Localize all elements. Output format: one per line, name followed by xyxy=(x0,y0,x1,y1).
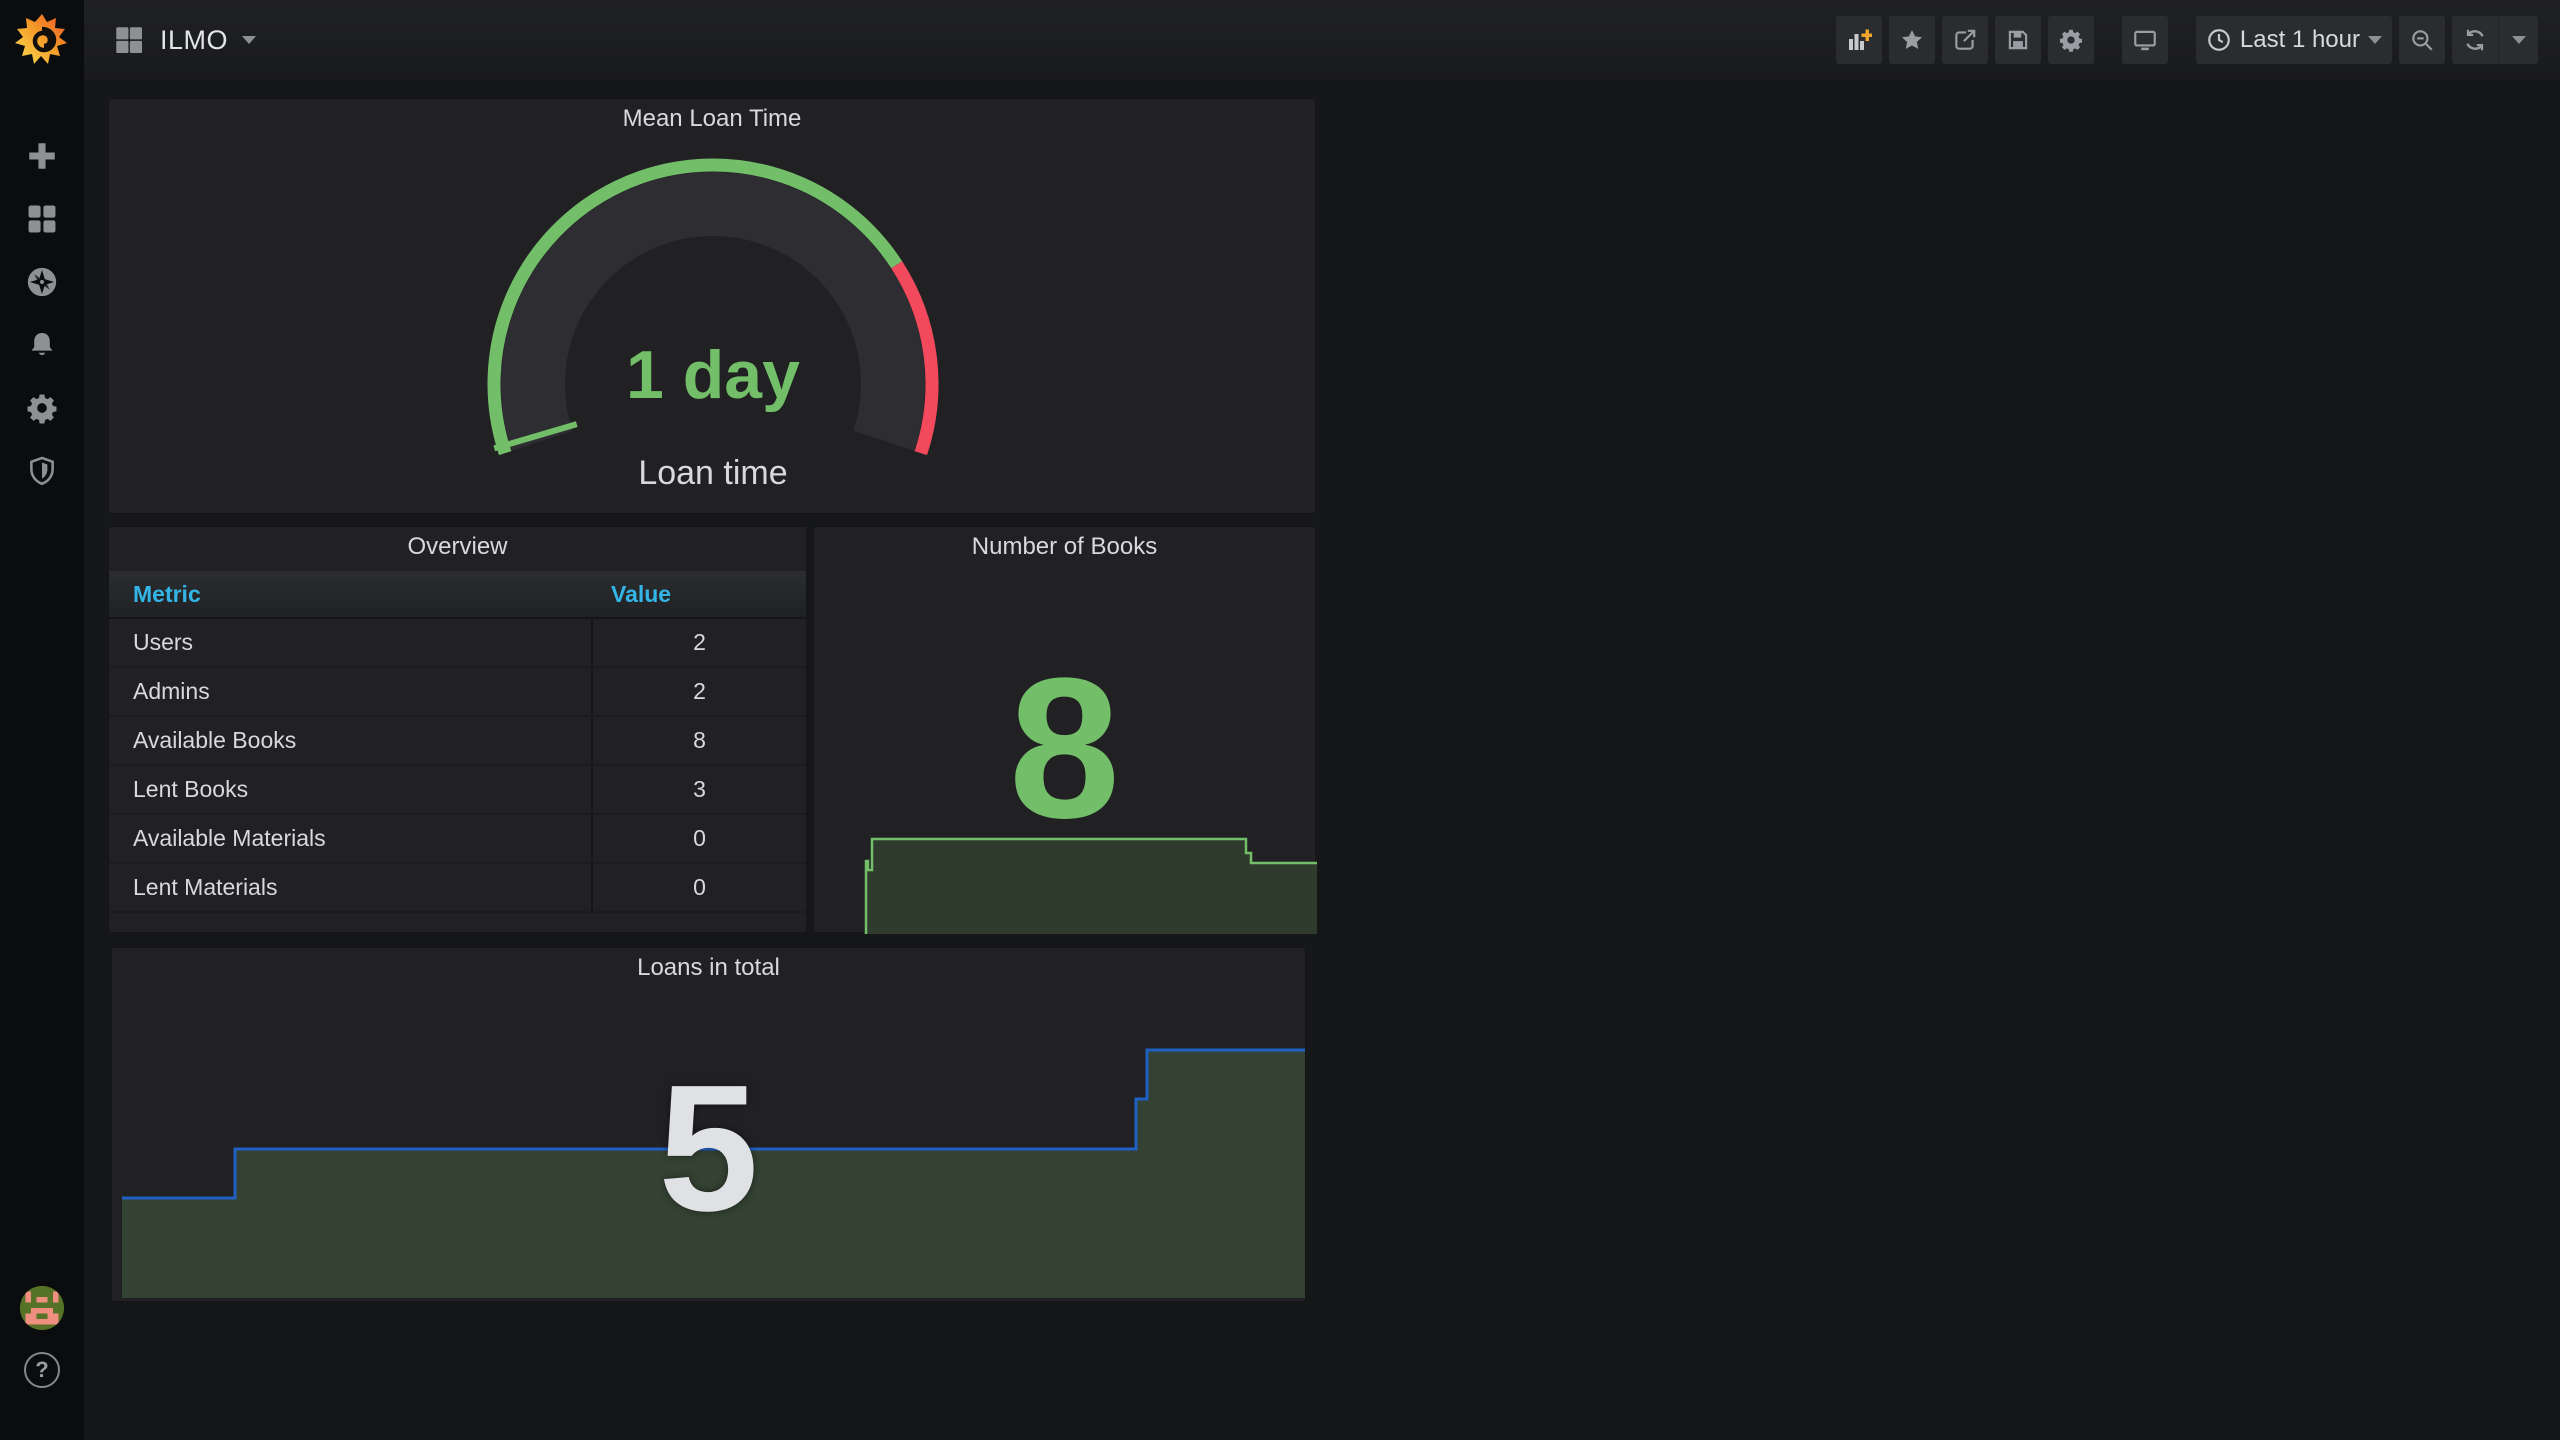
grafana-logo-icon xyxy=(15,14,67,64)
column-header-value[interactable]: Value xyxy=(591,581,806,608)
sidebar: ? xyxy=(0,0,84,1440)
cell-metric: Users xyxy=(133,629,194,655)
share-icon xyxy=(1955,29,1976,50)
panel-loans-in-total: Loans in total 5 xyxy=(111,947,1306,1302)
sidebar-item-configuration[interactable] xyxy=(12,390,72,426)
tv-mode-icon xyxy=(2134,30,2156,51)
refresh-interval-button[interactable] xyxy=(2498,16,2538,64)
dashboard-caret-icon xyxy=(242,36,257,44)
sidebar-item-dashboards[interactable] xyxy=(12,201,72,237)
star-button[interactable] xyxy=(1888,16,1935,64)
configuration-gear-icon xyxy=(27,394,57,424)
tv-mode-button[interactable] xyxy=(2121,16,2168,64)
user-avatar[interactable] xyxy=(20,1286,64,1330)
cell-metric: Available Books xyxy=(133,727,297,753)
panel-overview: Overview Metric Value Users 2 Admins 2 Avail… xyxy=(108,526,807,933)
clock-icon xyxy=(2208,29,2230,51)
gauge-label: Loan time xyxy=(638,454,787,492)
avatar-pixel-art xyxy=(20,1286,64,1330)
alerting-bell-icon xyxy=(31,332,53,356)
cell-value: 0 xyxy=(591,864,806,911)
explore-compass-icon xyxy=(27,267,57,297)
help-question-icon[interactable]: ? xyxy=(24,1352,60,1388)
cell-value: 2 xyxy=(591,668,806,715)
cell-value: 2 xyxy=(591,619,806,666)
dashboard-grid-icon xyxy=(116,27,143,54)
loans-stat-value: 5 xyxy=(658,1048,759,1249)
sidebar-item-alerting[interactable] xyxy=(12,327,72,363)
table-row: Admins 2 xyxy=(109,668,806,717)
books-stat-value: 8 xyxy=(1008,637,1121,860)
overview-table-body: Users 2 Admins 2 Available Books 8 Lent Books 3… xyxy=(109,619,806,913)
panel-title[interactable]: Mean Loan Time xyxy=(109,105,1315,133)
sidebar-menu xyxy=(0,138,84,489)
time-range-caret-icon xyxy=(2368,36,2382,44)
share-button[interactable] xyxy=(1941,16,1988,64)
add-panel-icon xyxy=(1848,29,1872,50)
dashboard-title: ILMO xyxy=(160,24,229,55)
gauge-value: 1 day xyxy=(626,337,800,413)
add-panel-button[interactable] xyxy=(1835,16,1882,64)
refresh-button-group xyxy=(2452,16,2538,64)
overview-table-header: Metric Value xyxy=(109,571,806,619)
zoom-out-icon xyxy=(2412,30,2433,51)
star-icon xyxy=(1901,30,1922,49)
sidebar-item-create[interactable] xyxy=(12,138,72,174)
sidebar-item-explore[interactable] xyxy=(12,264,72,300)
refresh-interval-caret-icon xyxy=(2511,36,2526,44)
table-row: Available Materials 0 xyxy=(109,815,806,864)
server-admin-shield-icon xyxy=(30,456,54,486)
cell-value: 3 xyxy=(591,766,806,813)
panel-title[interactable]: Number of Books xyxy=(814,533,1315,561)
overview-table: Metric Value Users 2 Admins 2 Available Book… xyxy=(109,571,806,913)
table-row: Available Books 8 xyxy=(109,717,806,766)
column-header-metric[interactable]: Metric xyxy=(109,581,591,608)
dashboard-title-button[interactable]: ILMO xyxy=(84,23,257,57)
cell-metric: Lent Materials xyxy=(133,874,278,900)
create-plus-icon xyxy=(29,143,55,169)
save-button[interactable] xyxy=(1994,16,2041,64)
sidebar-bottom: ? xyxy=(0,1286,84,1388)
gauge-chart: 1 day Loan time xyxy=(487,158,939,492)
time-range-picker[interactable]: Last 1 hour xyxy=(2195,16,2392,64)
sidebar-item-server-admin[interactable] xyxy=(12,453,72,489)
table-row: Users 2 xyxy=(109,619,806,668)
dashboards-squares-icon xyxy=(28,205,56,233)
cell-value: 0 xyxy=(591,815,806,862)
panel-mean-loan-time: Mean Loan Time 1 day Loan time xyxy=(108,98,1316,514)
refresh-icon xyxy=(2466,29,2484,51)
cell-metric: Admins xyxy=(133,678,210,704)
settings-gear-icon xyxy=(2059,29,2082,52)
table-row: Lent Materials 0 xyxy=(109,864,806,913)
navbar: ILMO Last 1 hour xyxy=(84,0,2560,80)
cell-metric: Available Materials xyxy=(133,825,326,851)
dashboard-settings-button[interactable] xyxy=(2047,16,2094,64)
panel-number-of-books: Number of Books 8 xyxy=(813,526,1317,934)
time-range-label: Last 1 hour xyxy=(2239,26,2360,53)
panel-title[interactable]: Loans in total xyxy=(112,954,1305,982)
cell-metric: Lent Books xyxy=(133,776,249,802)
refresh-button[interactable] xyxy=(2452,16,2498,64)
table-row: Lent Books 3 xyxy=(109,766,806,815)
grafana-logo[interactable] xyxy=(10,8,74,72)
zoom-out-button[interactable] xyxy=(2399,16,2445,64)
save-icon xyxy=(2008,30,2028,50)
cell-value: 8 xyxy=(591,717,806,764)
navbar-actions: Last 1 hour xyxy=(1829,16,2560,64)
panel-title[interactable]: Overview xyxy=(109,533,806,561)
